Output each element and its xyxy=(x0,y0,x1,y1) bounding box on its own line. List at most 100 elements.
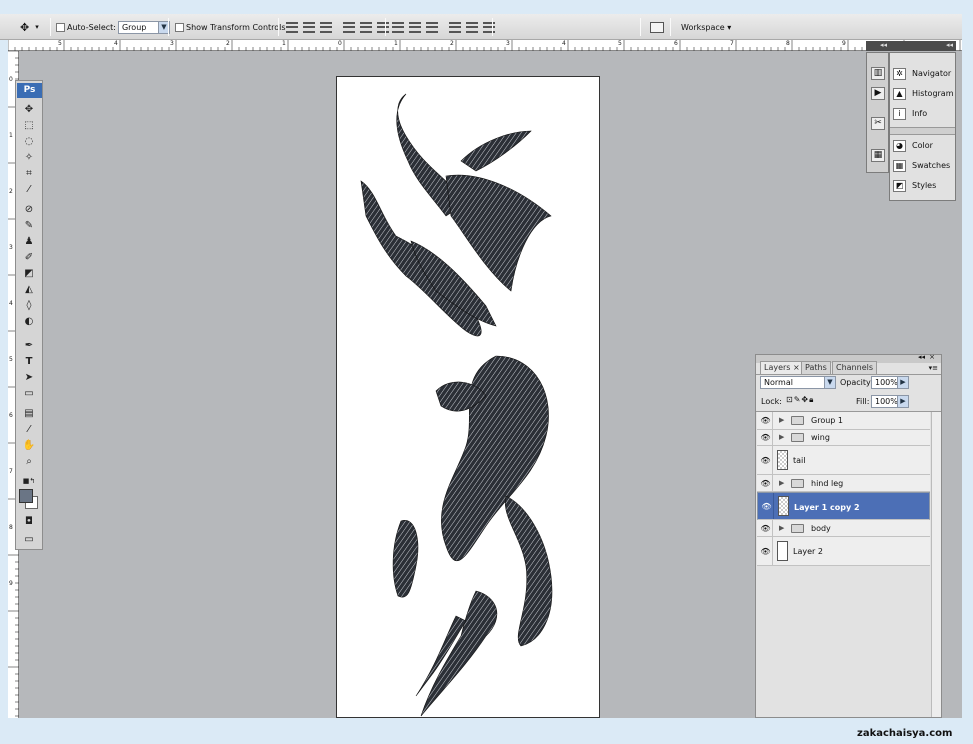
dock-item-styles[interactable]: ◩ Styles xyxy=(893,177,936,194)
ruler-label: 1 xyxy=(282,40,286,47)
align-left-icon[interactable] xyxy=(343,21,355,33)
tab-paths[interactable]: Paths xyxy=(801,361,831,374)
layer-row-layer-2[interactable]: 👁︎ Layer 2 xyxy=(757,537,930,566)
disclosure-arrow-icon[interactable]: ▶ xyxy=(779,416,784,424)
dock-title-strip[interactable]: ◂◂ ◂◂ xyxy=(866,41,956,51)
tool-presets-icon[interactable]: ✂ xyxy=(871,117,885,130)
workspace-menu[interactable]: Workspace ▾ xyxy=(681,14,731,40)
move-tool-icon[interactable]: ✥ xyxy=(22,103,36,116)
align-right-icon[interactable] xyxy=(377,21,389,33)
opacity-field[interactable]: 100% ▶ xyxy=(871,376,909,389)
eyedropper-icon[interactable]: ⁄ xyxy=(22,423,36,436)
brush-tool-icon[interactable]: ✎ xyxy=(22,219,36,232)
auto-select-checkbox[interactable] xyxy=(56,22,65,32)
eye-icon[interactable]: 👁︎ xyxy=(759,446,773,474)
info-icon: i xyxy=(893,107,906,120)
eyedropper-tool-icon[interactable]: ⁄ xyxy=(22,183,36,196)
ruler-label: 8 xyxy=(786,40,790,47)
brushes-icon[interactable]: ▥ xyxy=(871,67,885,80)
layer-name: Layer 2 xyxy=(793,547,823,556)
foreground-color-swatch[interactable] xyxy=(19,489,33,503)
dock-item-info[interactable]: i Info xyxy=(893,105,927,122)
tab-channels[interactable]: Channels xyxy=(832,361,878,374)
healing-brush-icon[interactable]: ⊘ xyxy=(22,203,36,216)
marquee-tool-icon[interactable]: ⬚ xyxy=(22,119,36,132)
ruler-label: 4 xyxy=(562,40,566,47)
paint-bucket-icon[interactable]: ◭ xyxy=(22,283,36,296)
eye-icon[interactable]: 👁︎ xyxy=(759,430,773,445)
dodge-tool-icon[interactable]: ◐ xyxy=(22,315,36,328)
dock-item-swatches[interactable]: ▦ Swatches xyxy=(893,157,950,174)
crop-tool-icon[interactable]: ⌗ xyxy=(22,167,36,180)
path-selection-icon[interactable]: ➤ xyxy=(22,371,36,384)
dock-item-navigator[interactable]: ✲ Navigator xyxy=(893,65,951,82)
auto-select-dropdown[interactable]: Group ▼ xyxy=(117,20,170,34)
distribute-right-icon[interactable] xyxy=(483,21,495,33)
lock-icons[interactable]: ⊡✎✥🔒︎ xyxy=(786,395,814,405)
magic-wand-icon[interactable]: ✧ xyxy=(22,151,36,164)
ruler-label: 7 xyxy=(9,468,13,475)
disclosure-arrow-icon[interactable]: ▶ xyxy=(779,479,784,487)
eye-icon[interactable]: 👁︎ xyxy=(759,537,773,565)
folder-icon xyxy=(791,433,804,442)
clone-stamp-icon[interactable]: ♟ xyxy=(22,235,36,248)
actions-icon[interactable]: ▶ xyxy=(871,87,885,100)
distribute-vcenter-icon[interactable] xyxy=(409,21,421,33)
type-tool-icon[interactable]: T xyxy=(22,355,36,368)
shape-tool-icon[interactable]: ▭ xyxy=(22,387,36,400)
ruler-label: 2 xyxy=(226,40,230,47)
pen-tool-icon[interactable]: ✒ xyxy=(22,339,36,352)
close-icon[interactable]: × xyxy=(929,353,935,361)
distribute-hcenter-icon[interactable] xyxy=(466,21,478,33)
layer-row-wing[interactable]: 👁︎ ▶ wing xyxy=(757,430,930,446)
fill-field[interactable]: 100% ▶ xyxy=(871,395,909,408)
folder-icon xyxy=(791,416,804,425)
layer-row-hind-leg[interactable]: 👁︎ ▶ hind leg xyxy=(757,475,930,492)
layer-row-group-1[interactable]: 👁︎ ▶ Group 1 xyxy=(757,412,930,430)
expand-icon[interactable]: ◂◂ xyxy=(946,41,953,49)
layer-row-tail[interactable]: 👁︎ tail xyxy=(757,446,930,475)
eye-icon[interactable]: 👁︎ xyxy=(759,520,773,536)
quick-mask-icon[interactable]: ◘ xyxy=(22,515,36,528)
distribute-top-icon[interactable] xyxy=(392,21,404,33)
zoom-tool-icon[interactable]: ⌕ xyxy=(22,455,36,468)
history-brush-icon[interactable]: ✐ xyxy=(22,251,36,264)
align-hcenter-icon[interactable] xyxy=(360,21,372,33)
align-vcenter-icon[interactable] xyxy=(303,21,315,33)
layer-row-layer-1-copy-2[interactable]: 👁︎ Layer 1 copy 2 xyxy=(757,492,930,520)
hand-tool-icon[interactable]: ✋ xyxy=(22,439,36,452)
layer-row-body[interactable]: 👁︎ ▶ body xyxy=(757,520,930,537)
tab-layers[interactable]: Layers × xyxy=(760,361,804,374)
default-colors-icon[interactable]: ■↰ xyxy=(22,475,36,488)
eye-icon[interactable]: 👁︎ xyxy=(759,475,773,491)
layers-scrollbar[interactable] xyxy=(931,412,941,717)
lasso-tool-icon[interactable]: ◌ xyxy=(22,135,36,148)
dock-item-histogram[interactable]: ▲ Histogram xyxy=(893,85,954,102)
lock-label: Lock: xyxy=(761,397,782,406)
dock-item-color[interactable]: ◕ Color xyxy=(893,137,933,154)
move-tool-preset[interactable]: ✥ ▾ xyxy=(20,14,39,40)
blur-tool-icon[interactable]: ◊ xyxy=(22,299,36,312)
screen-mode-icon[interactable]: ▭ xyxy=(22,533,36,546)
panel-menu-icon[interactable]: ▾≡ xyxy=(929,364,938,372)
art-wing-top xyxy=(445,174,552,292)
disclosure-arrow-icon[interactable]: ▶ xyxy=(779,433,784,441)
layer-comps-icon[interactable]: ▦ xyxy=(871,149,885,162)
align-bottom-icon[interactable] xyxy=(320,21,332,33)
notes-tool-icon[interactable]: ▤ xyxy=(22,407,36,420)
distribute-left-icon[interactable] xyxy=(449,21,461,33)
collapse-icon[interactable]: ◂◂ xyxy=(918,353,925,361)
workspace-icon-button[interactable] xyxy=(650,14,664,40)
eye-icon[interactable]: 👁︎ xyxy=(759,412,773,429)
show-transform-checkbox[interactable] xyxy=(175,22,184,32)
align-top-icon[interactable] xyxy=(286,21,298,33)
collapse-icon[interactable]: ◂◂ xyxy=(880,41,887,49)
blend-mode-dropdown[interactable]: Normal ▼ xyxy=(760,376,836,389)
eye-icon[interactable]: 👁︎ xyxy=(760,493,774,519)
toolbox: Ps ✥ ⬚ ◌ ✧ ⌗ ⁄ ⊘ ✎ ♟ ✐ ◩ ◭ ◊ ◐ ✒ T ➤ ▭ ▤… xyxy=(15,80,43,550)
disclosure-arrow-icon[interactable]: ▶ xyxy=(779,524,784,532)
ruler-label: 7 xyxy=(730,40,734,47)
eraser-tool-icon[interactable]: ◩ xyxy=(22,267,36,280)
folder-icon xyxy=(791,479,804,488)
distribute-bottom-icon[interactable] xyxy=(426,21,438,33)
